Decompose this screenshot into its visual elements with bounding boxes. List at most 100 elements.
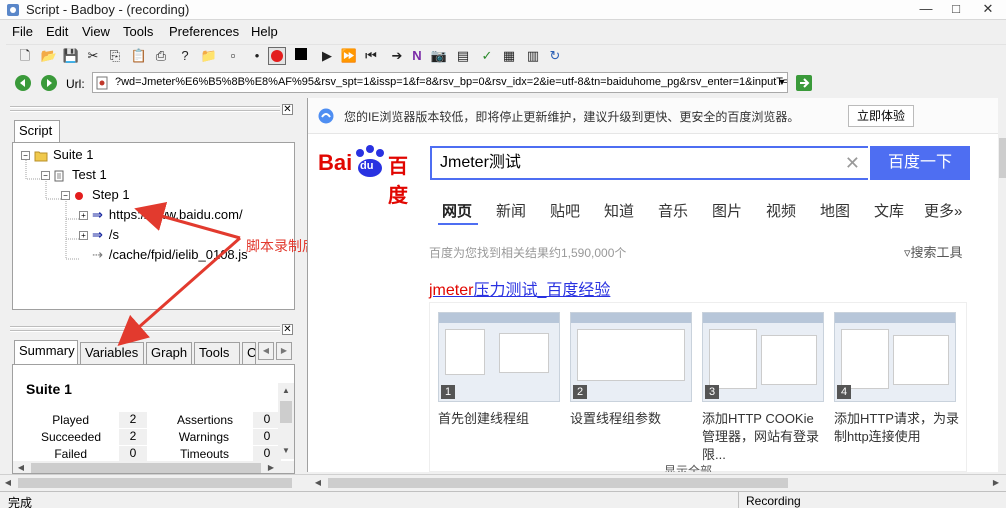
- search-tools-button[interactable]: ▿搜索工具: [904, 242, 963, 261]
- scroll-down-icon[interactable]: ▼: [278, 443, 294, 459]
- status-text: 完成: [8, 496, 33, 508]
- thumbnail-caption[interactable]: 设置线程组参数: [570, 410, 695, 428]
- left-scroll-thumb[interactable]: [18, 478, 292, 488]
- status-divider: [738, 492, 739, 508]
- assertions-label: Assertions: [176, 413, 233, 427]
- thumb-menu: [709, 329, 757, 389]
- thumb-menu: [841, 329, 889, 389]
- thumbnail-image[interactable]: 1: [438, 312, 560, 402]
- ie-notice-bar: 您的IE浏览器版本较低，即将停止更新维护，建议升级到更快、更安全的百度浏览器。 …: [308, 98, 998, 134]
- failed-value: 0: [119, 446, 147, 462]
- notice-icon: [318, 108, 334, 124]
- nav-tab-web[interactable]: 网页: [442, 200, 472, 221]
- main-horizontal-scrollbar[interactable]: ◀ ◀ ▶: [0, 474, 1006, 491]
- result-title-highlight: jmeter: [429, 282, 474, 299]
- scroll-right-icon[interactable]: ▶: [988, 475, 1004, 491]
- navigation-icon[interactable]: N: [408, 47, 426, 65]
- clear-search-icon[interactable]: ✕: [845, 148, 860, 178]
- thumb-window-bar: [835, 313, 955, 323]
- thumb-menu: [499, 333, 549, 373]
- annotation-arrows: [117, 202, 241, 346]
- report-icon[interactable]: ▤: [454, 47, 472, 65]
- scroll-thumb[interactable]: [999, 138, 1006, 178]
- scroll-left-icon[interactable]: ◀: [310, 475, 326, 491]
- thumbnail-caption[interactable]: 添加HTTP请求，为录制http连接使用: [834, 410, 959, 446]
- thumbnail-image[interactable]: 2: [570, 312, 692, 402]
- nav-tab-video[interactable]: 视频: [766, 200, 796, 221]
- url-dropdown-chevron-down-icon[interactable]: ▼: [775, 73, 789, 92]
- browser-vertical-scrollbar[interactable]: [998, 98, 1006, 472]
- baidu-logo-text: Bai: [318, 150, 353, 175]
- thumbnail-number: 4: [837, 385, 851, 399]
- active-tab-underline: [438, 223, 478, 225]
- warnings-value: 0: [253, 429, 281, 445]
- thumb-window-bar: [703, 313, 823, 323]
- chevron-down-icon: ⌄: [712, 464, 726, 472]
- result-count: 百度为您找到相关结果约1,590,000个: [429, 246, 627, 260]
- refresh-icon[interactable]: ↻: [546, 47, 564, 65]
- summary-horizontal-scrollbar[interactable]: ◀ ▶: [13, 461, 294, 473]
- search-button[interactable]: 百度一下: [870, 146, 970, 180]
- status-bar: 完成 Recording: [0, 491, 1006, 508]
- browser-scroll-thumb[interactable]: [328, 478, 788, 488]
- thumb-submenu: [893, 335, 949, 385]
- thumb-window-bar: [439, 313, 559, 323]
- assertions-value: 0: [253, 412, 281, 428]
- thumb-window-bar: [571, 313, 691, 323]
- minimize-button[interactable]: —: [912, 0, 940, 18]
- annotation-arrow-to-request: [134, 202, 241, 240]
- summary-panel: Suite 1 Played 2 Assertions 0 Succeeded …: [12, 364, 295, 474]
- timeouts-label: Timeouts: [180, 447, 229, 461]
- annotation-arrow-to-variables: [117, 236, 241, 346]
- go-icon[interactable]: [795, 74, 813, 92]
- nav-tab-zhidao[interactable]: 知道: [604, 200, 634, 221]
- warnings-label: Warnings: [178, 430, 229, 444]
- assertion-check-icon[interactable]: ✓: [478, 47, 496, 65]
- nav-tab-tieba[interactable]: 贴吧: [550, 200, 580, 221]
- thumbnail-image[interactable]: 3: [702, 312, 824, 402]
- scroll-left-icon[interactable]: ◀: [13, 461, 29, 473]
- summary-title: Suite 1: [26, 381, 72, 397]
- rewind-icon[interactable]: ⏮: [362, 47, 380, 65]
- result-title-link[interactable]: jmeter压力测试_百度经验: [429, 276, 610, 300]
- nav-tab-images[interactable]: 图片: [712, 200, 742, 221]
- thumbnail-number: 1: [441, 385, 455, 399]
- chart-icon[interactable]: ▥: [524, 47, 542, 65]
- played-value: 2: [119, 412, 147, 428]
- table-icon[interactable]: ▦: [500, 47, 518, 65]
- scroll-left-icon[interactable]: ◀: [0, 475, 16, 491]
- baidu-logo-cn: 百度: [388, 156, 408, 207]
- search-tools-label: 搜索工具: [910, 245, 963, 260]
- search-value: Jmeter测试: [440, 154, 521, 171]
- scroll-up-icon[interactable]: ▲: [278, 383, 294, 399]
- nav-tab-map[interactable]: 地图: [820, 200, 850, 221]
- succeeded-value: 2: [119, 429, 147, 445]
- scroll-right-icon[interactable]: ▶: [263, 461, 279, 473]
- browser-view: 您的IE浏览器版本较低，即将停止更新维护，建议升级到更快、更安全的百度浏览器。 …: [307, 98, 1006, 472]
- thumbnail-number: 2: [573, 385, 587, 399]
- thumb-panel: [577, 329, 685, 381]
- thumbnail-caption[interactable]: 首先创建线程组: [438, 410, 563, 428]
- succeeded-label: Succeeded: [40, 430, 101, 444]
- thumbnail-image[interactable]: 4: [834, 312, 956, 402]
- close-window-button[interactable]: ✕: [972, 0, 1004, 18]
- result-title-rest: 压力测试_百度经验: [473, 282, 611, 299]
- scroll-thumb[interactable]: [31, 463, 261, 473]
- snapshot-icon[interactable]: 📷: [430, 47, 448, 65]
- thumbnail-caption[interactable]: 添加HTTP COOKie 管理器，网站有登录限...: [702, 410, 827, 464]
- step-into-icon[interactable]: ➔: [388, 47, 406, 65]
- play-icon[interactable]: ▶: [318, 47, 336, 65]
- nav-tab-music[interactable]: 音乐: [658, 200, 688, 221]
- nav-tab-wenku[interactable]: 文库: [874, 200, 904, 221]
- search-input[interactable]: Jmeter测试 ✕: [430, 146, 868, 180]
- try-now-button[interactable]: 立即体验: [848, 105, 914, 127]
- nav-tab-more[interactable]: 更多»: [924, 200, 962, 221]
- play-all-icon[interactable]: ⏩: [340, 47, 358, 65]
- show-all-link[interactable]: 显示全部 ⌄: [664, 462, 725, 472]
- maximize-button[interactable]: □: [942, 0, 970, 18]
- summary-vertical-scrollbar[interactable]: ▲ ▼: [278, 383, 294, 459]
- scroll-thumb[interactable]: [280, 401, 292, 423]
- baidu-logo[interactable]: Bai du 百度: [318, 144, 424, 207]
- nav-tab-news[interactable]: 新闻: [496, 200, 526, 221]
- thumbnail-number: 3: [705, 385, 719, 399]
